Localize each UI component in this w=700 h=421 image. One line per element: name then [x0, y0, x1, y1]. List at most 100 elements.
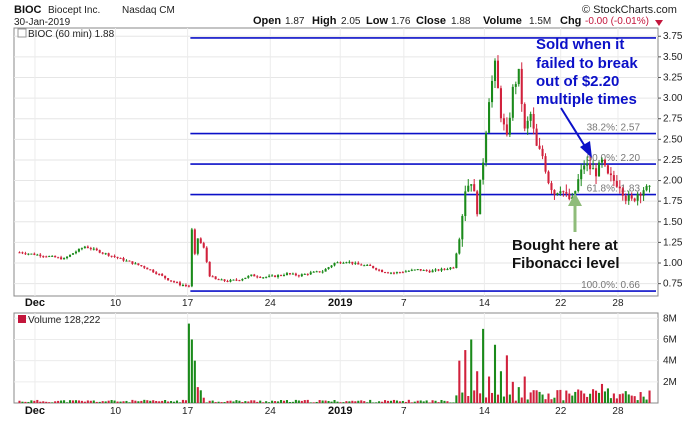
- candle-body-199: [609, 173, 612, 176]
- volume-bar-30: [107, 400, 110, 403]
- candle-body-28: [101, 252, 104, 254]
- y-tick-label-3: 1.50: [663, 217, 683, 228]
- volume-bar-186: [571, 395, 574, 403]
- candle-body-203: [621, 188, 624, 196]
- volume-bar-78: [250, 400, 253, 403]
- volume-bar-118: [369, 399, 372, 403]
- volume-bar-138: [428, 402, 431, 403]
- volume-bar-52: [172, 401, 176, 403]
- volume-bar-104: [327, 400, 330, 403]
- volume-bar-2: [24, 401, 27, 403]
- candle-body-201: [615, 180, 618, 187]
- candle-body-122: [381, 269, 384, 273]
- legend-volume-swatch-icon: [18, 315, 26, 323]
- volume-bar-35: [122, 401, 125, 403]
- candle-body-127: [395, 272, 398, 274]
- volume-bar-175: [538, 391, 541, 403]
- candle-body-212: [648, 185, 651, 187]
- candle-body-142: [440, 268, 443, 271]
- candle-body-124: [386, 272, 390, 274]
- candle-body-207: [633, 198, 636, 201]
- candle-body-167: [514, 84, 517, 87]
- volume-bar-77: [247, 401, 250, 403]
- candle-body-154: [476, 191, 479, 215]
- volume-bar-209: [639, 392, 642, 403]
- volume-bar-153: [473, 390, 476, 403]
- volume-bar-196: [600, 383, 604, 403]
- candle-body-43: [146, 267, 149, 270]
- candle-body-31: [110, 255, 113, 257]
- candle-body-166: [511, 86, 514, 118]
- candle-body-42: [143, 266, 146, 268]
- volume-bar-71: [229, 400, 232, 403]
- volume-bar-21: [80, 400, 83, 403]
- volume-bar-89: [282, 400, 286, 403]
- candle-body-87: [277, 275, 280, 278]
- volume-bar-115: [360, 400, 363, 403]
- volume-bar-86: [274, 401, 277, 403]
- volume-bar-129: [401, 400, 404, 403]
- volume-bar-170: [523, 376, 526, 403]
- candle-body-172: [529, 113, 532, 121]
- y-axis-ticks: 0.75 1.00 1.25 1.50 1.75 2.00 2.25 2.50 2.75 3.00…: [658, 31, 683, 290]
- volume-bar-62: [202, 397, 205, 403]
- candle-body-108: [339, 262, 342, 264]
- candle-body-157: [485, 132, 488, 163]
- candle-body-71: [229, 279, 232, 282]
- candle-body-114: [357, 262, 360, 265]
- bought-line-2: Fibonacci level: [512, 255, 620, 272]
- volume-bar-202: [618, 394, 621, 403]
- volume-bar-211: [645, 399, 648, 403]
- volume-bar-120: [375, 402, 378, 403]
- volume-bar-109: [342, 402, 345, 403]
- candle-body-15: [63, 258, 66, 260]
- volume-bar-76: [244, 401, 247, 403]
- candle-body-18: [71, 253, 75, 255]
- volume-bar-79: [253, 400, 256, 403]
- candle-body-144: [446, 269, 449, 271]
- volume-bar-83: [265, 401, 268, 403]
- candle-body-90: [285, 273, 289, 276]
- x-tick-mid-4: 2019: [328, 297, 352, 309]
- volume-bar-26: [95, 401, 98, 403]
- volume-bar-140: [434, 400, 437, 403]
- volume-bar-36: [125, 400, 128, 403]
- candle-body-1: [21, 252, 24, 254]
- x-tick-mid-7: 22: [555, 298, 567, 309]
- volume-bar-117: [366, 402, 369, 403]
- volume-bar-157: [485, 397, 488, 403]
- candle-body-74: [238, 280, 241, 282]
- volume-bar-33: [116, 401, 119, 403]
- volume-bar-179: [550, 399, 553, 403]
- volume-bar-187: [574, 391, 577, 403]
- y-tick-label-1: 1.00: [663, 258, 683, 269]
- volume-bar-13: [57, 400, 60, 403]
- candle-body-202: [618, 186, 621, 189]
- candle-body-97: [306, 273, 309, 275]
- volume-bar-81: [259, 400, 262, 403]
- x-tick-bottom-3: 24: [265, 406, 277, 417]
- candle-body-183: [562, 191, 565, 193]
- volume-bar-146: [452, 402, 455, 403]
- candle-body-44: [149, 269, 152, 271]
- candle-body-103: [324, 268, 327, 272]
- candle-body-211: [645, 185, 648, 191]
- candle-body-23: [86, 246, 89, 249]
- volume-bar-90: [285, 400, 289, 403]
- candle-body-46: [155, 272, 158, 274]
- volume-bar-137: [425, 400, 428, 403]
- volume-bar-17: [68, 400, 72, 403]
- candle-body-78: [250, 274, 253, 276]
- volume-bar-167: [514, 400, 517, 403]
- volume-bar-210: [642, 396, 645, 403]
- volume-bar-124: [386, 400, 390, 403]
- volume-bar-60: [196, 387, 199, 403]
- candle-body-123: [383, 272, 387, 274]
- candle-body-180: [553, 190, 556, 195]
- x-tick-bottom-2: 17: [182, 406, 194, 417]
- candle-body-112: [351, 261, 354, 264]
- volume-bar-144: [446, 401, 449, 403]
- volume-bar-151: [467, 395, 470, 403]
- candle-body-54: [178, 282, 182, 286]
- candle-body-25: [92, 248, 95, 250]
